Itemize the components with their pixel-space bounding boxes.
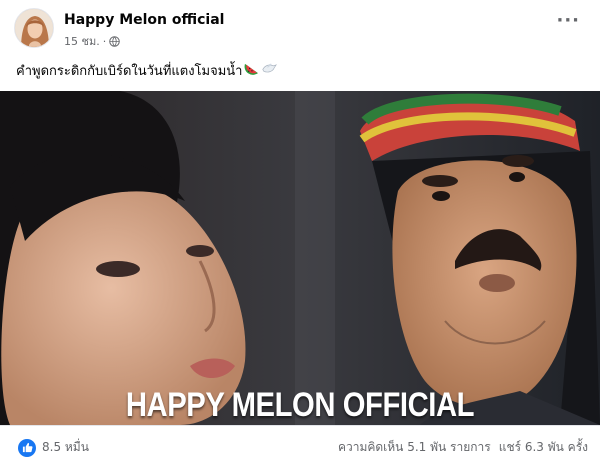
watermelon-emoji: [244, 62, 259, 79]
post-timestamp[interactable]: 15 ชม.: [64, 32, 100, 50]
post-image[interactable]: HAPPY MELON OFFICIAL: [0, 91, 600, 425]
reaction-count[interactable]: 8.5 หมื่น: [42, 438, 89, 457]
page-avatar[interactable]: [14, 8, 54, 48]
post-photo: [0, 91, 600, 425]
comment-count[interactable]: ความคิดเห็น 5.1 พัน รายการ: [338, 438, 491, 457]
post-footer: 8.5 หมื่น ความคิดเห็น 5.1 พัน รายการ แชร…: [0, 425, 600, 464]
image-watermark: HAPPY MELON OFFICIAL: [125, 386, 475, 424]
more-options-icon[interactable]: ···: [556, 12, 580, 30]
caption-text: คำพูดกระดิกกับเบิร์ดในวันที่แตงโมจมน้ำ: [16, 64, 243, 79]
post-caption: คำพูดกระดิกกับเบิร์ดในวันที่แตงโมจมน้ำ: [16, 60, 278, 81]
facebook-post: Happy Melon official 15 ชม. · ··· คำพูดก…: [0, 0, 600, 464]
dove-emoji: [261, 62, 278, 79]
globe-icon: [109, 35, 120, 47]
post-header: Happy Melon official 15 ชม. · ···: [14, 8, 584, 52]
page-name[interactable]: Happy Melon official: [64, 12, 224, 28]
engagement-stats: ความคิดเห็น 5.1 พัน รายการ แชร์ 6.3 พัน …: [338, 438, 588, 457]
post-meta: 15 ชม. ·: [64, 32, 120, 50]
share-count[interactable]: แชร์ 6.3 พัน ครั้ง: [499, 438, 588, 457]
meta-separator: ·: [102, 34, 107, 48]
like-icon: [18, 438, 36, 457]
reaction-summary[interactable]: 8.5 หมื่น: [18, 438, 89, 457]
